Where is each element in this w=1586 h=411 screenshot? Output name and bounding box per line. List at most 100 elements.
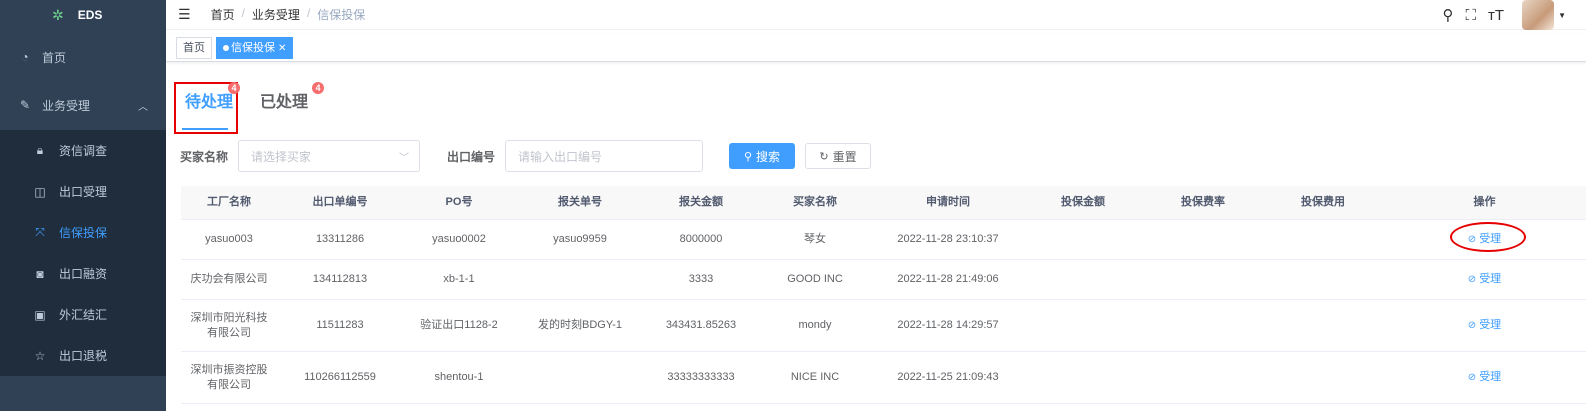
cell-buyer: GOOD INC — [787, 273, 843, 285]
column-header: 投保金额 — [1061, 196, 1105, 208]
breadcrumb: 首页 / 业务受理 / 信保投保 — [211, 6, 366, 23]
buyer-label: 买家名称 — [180, 149, 229, 164]
cell-apply-time: 2022-11-28 14:29:57 — [897, 319, 999, 331]
cell-customs-amount: 3333 — [688, 273, 714, 285]
export-number-input[interactable]: 请输入出口编号 — [505, 140, 704, 172]
column-header: 报关金额 — [679, 196, 723, 208]
column-header: PO号 — [445, 196, 473, 208]
tag-insurance[interactable]: 信保投保 ✕ — [216, 36, 294, 59]
table-row: 庆功会有限公司 134112813 xb-1-1 3333 GOOD INC 2… — [181, 260, 1586, 300]
book-icon: ◫ — [34, 184, 46, 199]
tab-pending[interactable]: 待处理 4 — [180, 80, 240, 130]
sidebar-subitem-refund[interactable]: ☆ 出口退税 — [0, 335, 166, 376]
tabs: 待处理 4 已处理 4 — [180, 80, 325, 130]
column-header: 报关单号 — [558, 196, 602, 208]
column-header: 工厂名称 — [207, 196, 251, 208]
action-label: 受理 — [1479, 273, 1502, 285]
tag-label: 信保投保 — [231, 41, 275, 54]
reset-button[interactable]: ↻ 重置 — [805, 143, 872, 169]
cell-action: ⊘ 受理 — [1383, 370, 1586, 385]
export-label: 出口编号 — [447, 149, 496, 164]
annotation-ellipse — [1450, 222, 1526, 252]
sidebar: ✲ EDS ◔ 首页 ✎ 业务受理 ︿ 🔒︎ 资信调查 ◫ 出口受理 ⤧ 信保投… — [0, 0, 166, 411]
fullscreen-icon[interactable]: ⛶ — [1466, 7, 1477, 24]
cell-customs-no: 发的时刻BDGY-1 — [538, 319, 622, 331]
sidebar-item-home[interactable]: ◔ 首页 — [0, 34, 166, 80]
sidebar-subitem-financing[interactable]: ◙ 出口融资 — [0, 253, 166, 294]
avatar[interactable] — [1522, 0, 1555, 30]
cell-export-no: 13311286 — [315, 233, 365, 245]
close-icon[interactable]: ✕ — [278, 43, 286, 54]
breadcrumb-business[interactable]: 业务受理 — [252, 6, 300, 23]
cell-customs-amount: 8000000 — [679, 233, 723, 245]
hamburger-icon[interactable]: ☰ — [178, 6, 191, 23]
sidebar-subitem-export[interactable]: ◫ 出口受理 — [0, 171, 166, 212]
active-dot-icon — [223, 44, 229, 51]
sidebar-item-label: 出口退税 — [59, 349, 108, 363]
column-header: 出口单编号 — [312, 196, 368, 208]
sidebar-subitem-credit[interactable]: 🔒︎ 资信调查 — [0, 130, 166, 171]
cell-apply-time: 2022-11-28 23:10:37 — [897, 233, 999, 245]
right-menu: ⚲ ⛶ ᴛT ▼ — [1431, 0, 1566, 30]
cell-export-no: 110266112559 — [304, 371, 376, 383]
breadcrumb-home[interactable]: 首页 — [211, 6, 235, 23]
sidebar-subitem-insurance[interactable]: ⤧ 信保投保 — [0, 212, 166, 253]
cell-buyer: mondy — [798, 319, 832, 331]
column-header: 投保费用 — [1301, 196, 1345, 208]
sidebar-item-label: 资信调查 — [59, 144, 108, 158]
cell-customs-amount: 33333333333 — [667, 371, 735, 383]
table-row: 深圳市阳光科技有限公司 11511283 验证出口1128-2 发的时刻BDGY… — [181, 300, 1586, 352]
cell-po: yasuo0002 — [432, 233, 486, 245]
action-label: 受理 — [1479, 371, 1502, 383]
leaf-logo-icon: ✲ — [52, 6, 64, 23]
check-circle-icon: ⊘ — [1467, 320, 1477, 331]
cell-factory: yasuo003 — [205, 233, 253, 245]
cell-po: shentou-1 — [434, 371, 484, 383]
sidebar-item-label: 首页 — [42, 50, 67, 65]
money-icon: ◙ — [36, 266, 44, 281]
column-header: 投保费率 — [1181, 196, 1225, 208]
search-icon[interactable]: ⚲ — [1443, 6, 1454, 24]
sidebar-item-label: 出口受理 — [59, 185, 108, 199]
table-row: 深圳市振资控股有限公司 110266112559 shentou-1 33333… — [181, 352, 1586, 404]
cell-factory: 深圳市振资控股有限公司 — [190, 363, 268, 391]
cell-apply-time: 2022-11-28 21:49:06 — [897, 273, 999, 285]
main-content: 待处理 4 已处理 4 买家名称 请选择买家 ﹀ 出口编号 请输入出口编号 ⚲ … — [166, 62, 1586, 411]
search-icon: ⚲ — [743, 150, 753, 163]
tag-home[interactable]: 首页 — [176, 36, 212, 59]
dashboard-icon: ◔ — [21, 50, 29, 64]
edit-icon: ✎ — [19, 98, 31, 112]
tab-processed[interactable]: 已处理 4 — [260, 80, 325, 128]
compress-icon: ⤧ — [35, 225, 45, 239]
button-label: 搜索 — [756, 149, 781, 164]
cell-action: ⊘ 受理 — [1383, 318, 1586, 333]
table-header: 工厂名称 出口单编号 PO号 报关单号 报关金额 买家名称 申请时间 投保金额 … — [181, 186, 1586, 220]
cell-factory: 庆功会有限公司 — [190, 273, 268, 285]
exchange-icon: ▣ — [34, 307, 46, 322]
sidebar-item-label: 业务受理 — [42, 98, 91, 113]
breadcrumb-separator: / — [241, 6, 245, 20]
export-placeholder: 请输入出口编号 — [518, 149, 603, 164]
sidebar-item-label: 信保投保 — [59, 226, 108, 240]
buyer-placeholder: 请选择买家 — [251, 149, 312, 164]
sidebar-item-business[interactable]: ✎ 业务受理 ︿ — [0, 80, 166, 130]
caret-down-icon[interactable]: ▼ — [1558, 11, 1566, 20]
search-button[interactable]: ⚲ 搜索 — [729, 143, 796, 169]
column-header: 买家名称 — [793, 196, 837, 208]
logo-text: EDS — [77, 8, 103, 22]
check-circle-icon: ⊘ — [1467, 274, 1477, 285]
chevron-down-icon: ﹀ — [399, 152, 410, 164]
sidebar-subitem-forex[interactable]: ▣ 外汇结汇 — [0, 294, 166, 335]
sidebar-item-label: 外汇结汇 — [59, 308, 108, 322]
accept-button[interactable]: ⊘ 受理 — [1468, 370, 1501, 385]
accept-button[interactable]: ⊘ 受理 — [1468, 272, 1501, 287]
accept-button[interactable]: ⊘ 受理 — [1468, 318, 1501, 333]
tab-label: 待处理 — [184, 94, 233, 111]
cell-apply-time: 2022-11-25 21:09:43 — [897, 371, 999, 383]
buyer-select[interactable]: 请选择买家 ﹀ — [238, 140, 421, 172]
font-size-icon[interactable]: ᴛT — [1488, 7, 1504, 24]
cell-po: xb-1-1 — [443, 273, 475, 285]
tab-label: 已处理 — [260, 94, 309, 111]
cell-export-no: 11511283 — [316, 319, 364, 331]
app-logo[interactable]: ✲ EDS — [0, 0, 166, 30]
